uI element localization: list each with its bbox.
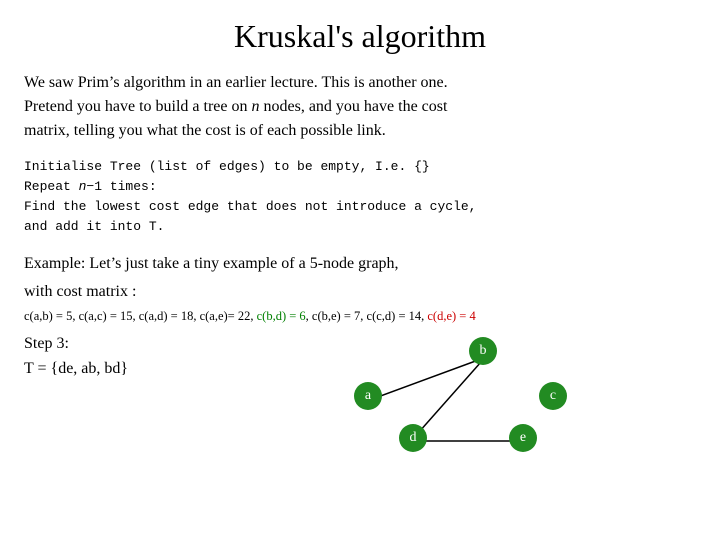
cost-matrix-line: c(a,b) = 5, c(a,c) = 15, c(a,d) = 18, c(… [24, 309, 696, 324]
cost-mid: , c(b,e) = 7, c(c,d) = 14, [306, 309, 428, 323]
cost-bd: c(b,d) = 6 [257, 309, 306, 323]
intro-line2: Pretend you have to build a tree on n no… [24, 98, 447, 115]
node-b: b [469, 337, 497, 365]
step-3-label: Step 3: [24, 332, 179, 357]
intro-paragraph: We saw Prim’s algorithm in an earlier le… [24, 71, 696, 143]
graph-area: b a c d e [179, 332, 559, 452]
intro-line3: matrix, telling you what the cost is of … [24, 122, 386, 139]
cost-de: c(d,e) = 4 [427, 309, 475, 323]
code-line2: Repeat n−1 times: [24, 177, 696, 197]
code-line3: Find the lowest cost edge that does not … [24, 197, 696, 217]
step-area: Step 3: T = {de, ab, bd} b a c d e [24, 332, 696, 452]
example-line1: Example: Let’s just take a tiny example … [24, 252, 696, 277]
pseudocode-block: Initialise Tree (list of edges) to be em… [24, 157, 696, 238]
node-e: e [509, 424, 537, 452]
step-label: Step 3: T = {de, ab, bd} [24, 332, 179, 382]
step-T-label: T = {de, ab, bd} [24, 357, 179, 382]
page-title: Kruskal's algorithm [24, 18, 696, 55]
node-a: a [354, 382, 382, 410]
node-d: d [399, 424, 427, 452]
intro-line1: We saw Prim’s algorithm in an earlier le… [24, 74, 448, 91]
code-line1: Initialise Tree (list of edges) to be em… [24, 157, 696, 177]
page: Kruskal's algorithm We saw Prim’s algori… [0, 0, 720, 540]
code-line4: and add it into T. [24, 217, 696, 237]
edge-bd [419, 362, 481, 432]
edge-ab [375, 359, 481, 398]
example-line2: with cost matrix : [24, 280, 696, 305]
node-c: c [539, 382, 567, 410]
cost-prefix: c(a,b) = 5, c(a,c) = 15, c(a,d) = 18, c(… [24, 309, 257, 323]
